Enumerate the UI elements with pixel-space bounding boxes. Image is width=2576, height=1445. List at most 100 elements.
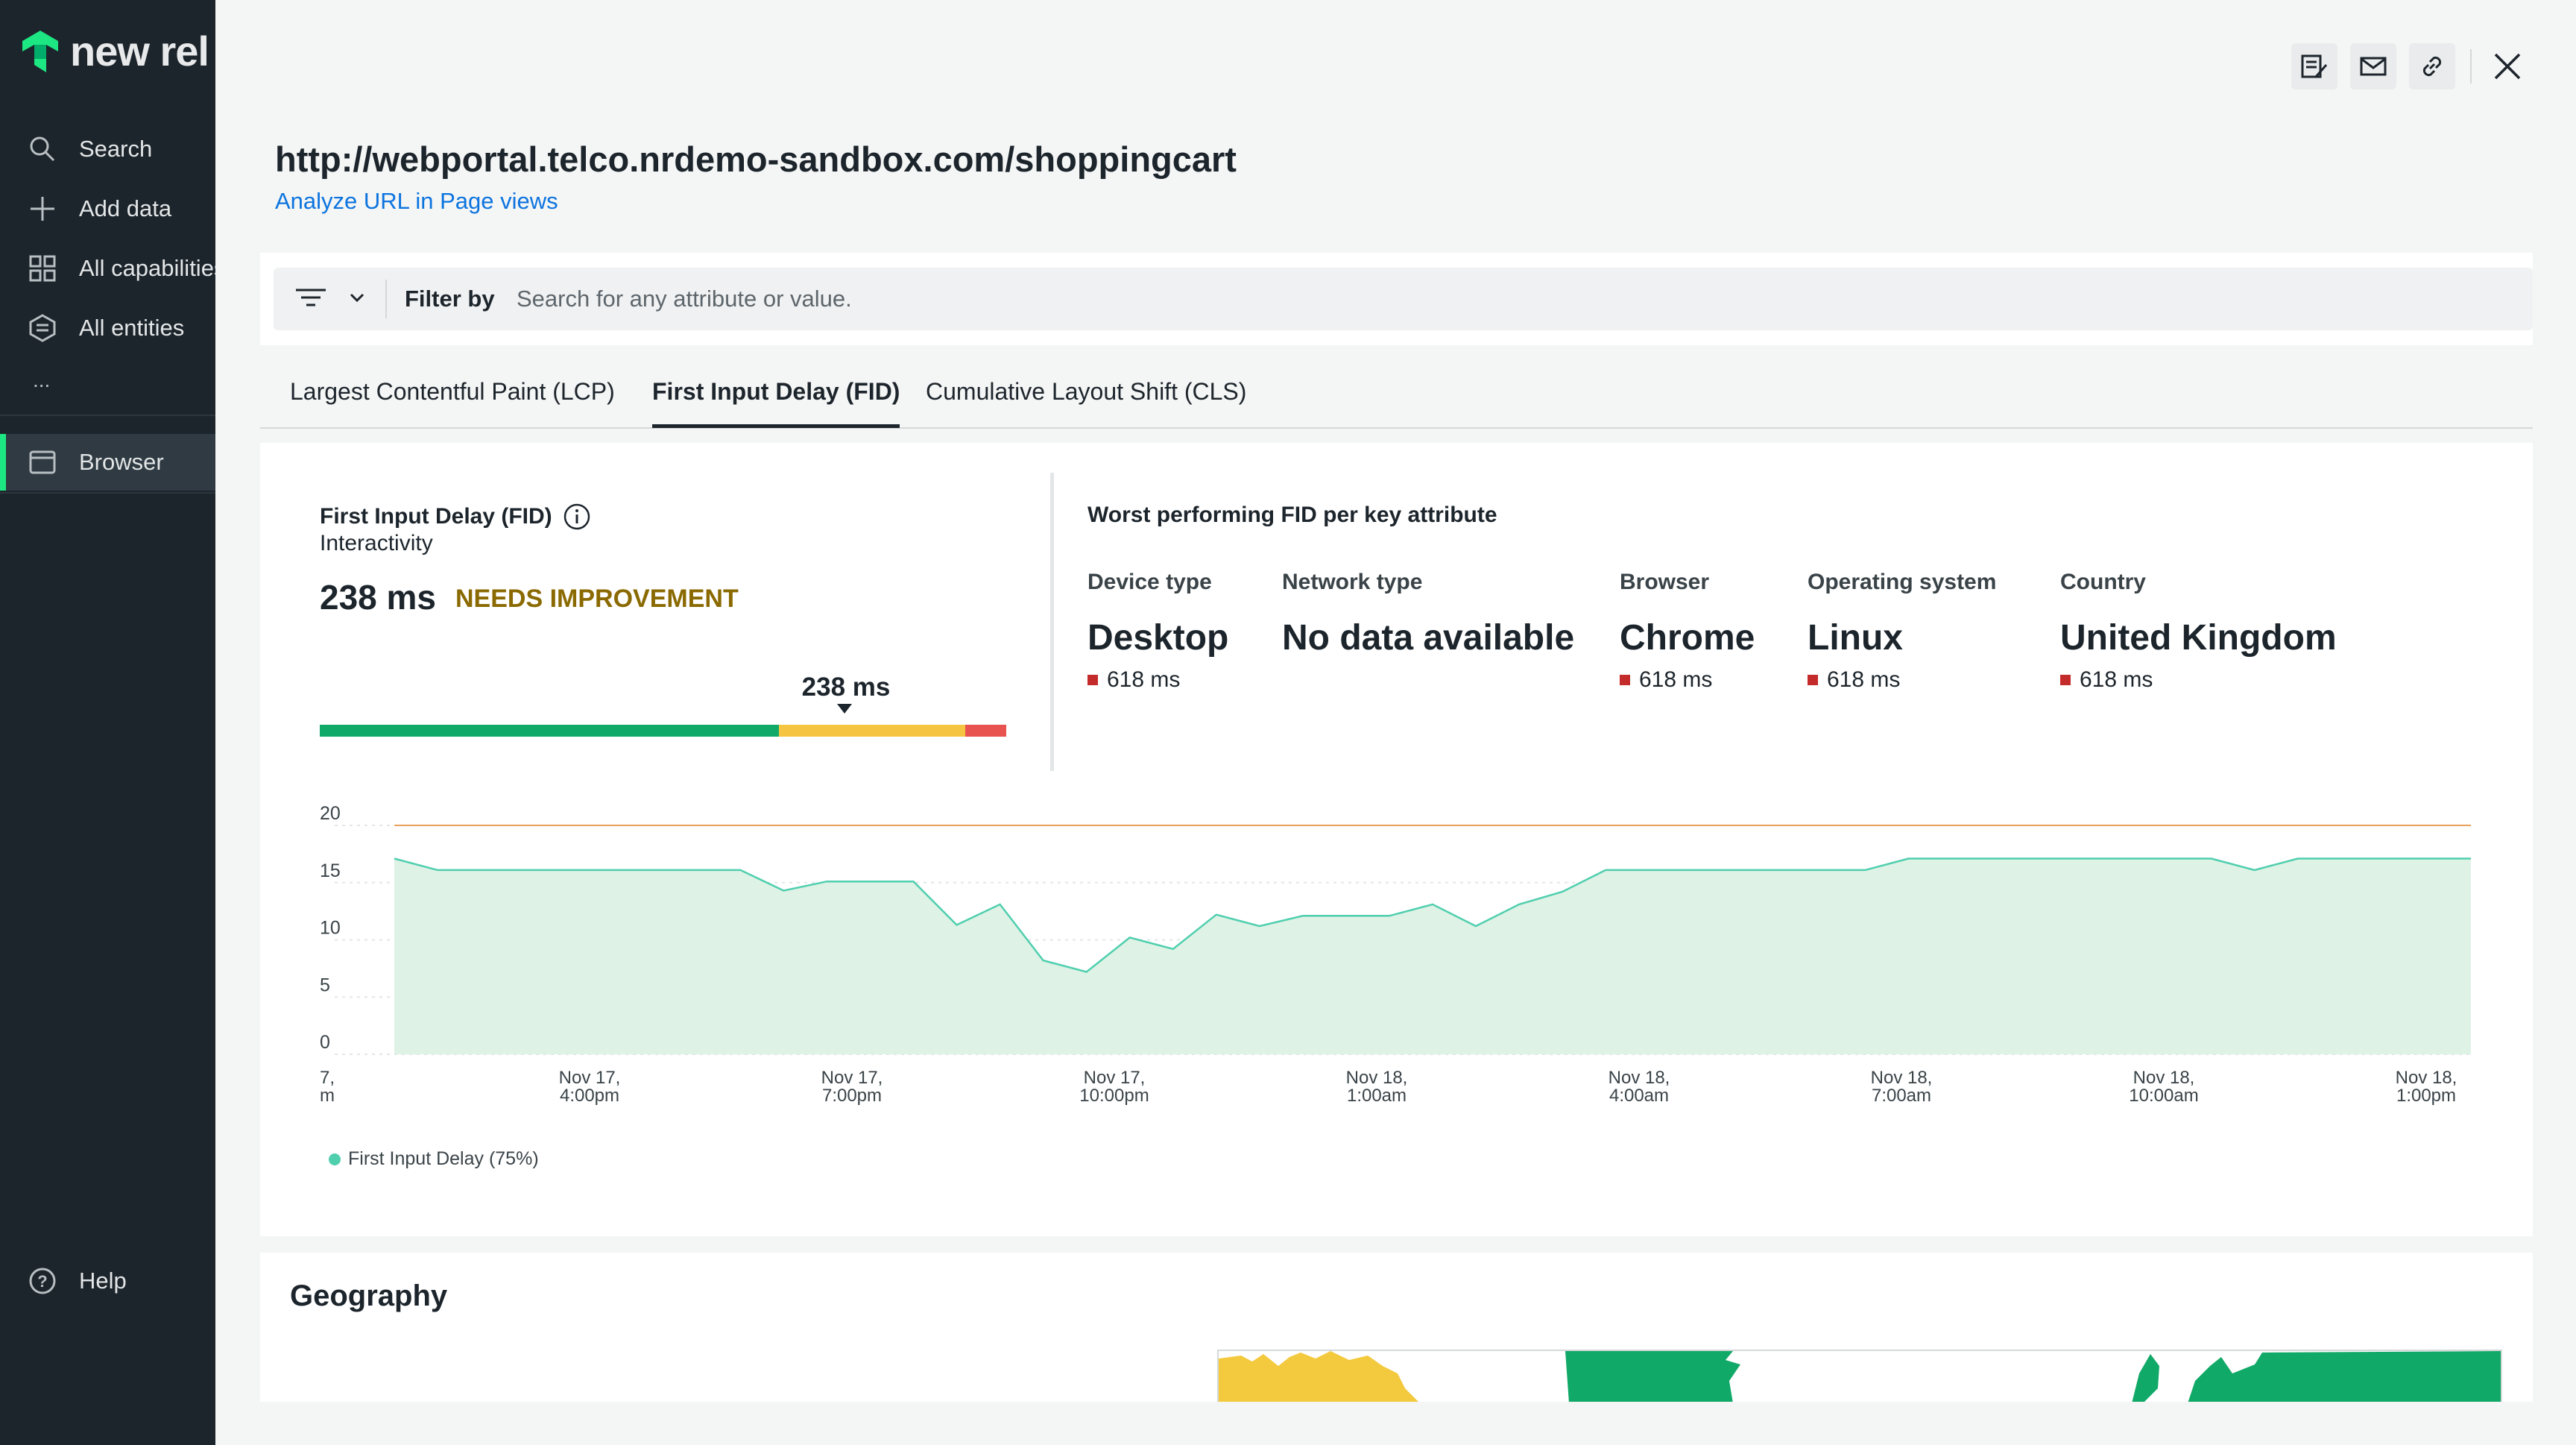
attr-value: No data available <box>1282 618 1575 658</box>
nav-help[interactable]: ? Help <box>0 1253 215 1309</box>
chevron-down-icon[interactable] <box>348 289 366 306</box>
email-button[interactable] <box>2350 43 2396 89</box>
x-tick-label: Nov 18, 10:00am <box>2129 1068 2198 1106</box>
chart-legend[interactable]: First Input Delay (75%) <box>329 1148 539 1170</box>
svg-text:?: ? <box>37 1272 47 1291</box>
x-tick-label: Nov 18, 1:00pm <box>2396 1068 2457 1106</box>
nav-search[interactable]: Search <box>0 121 215 177</box>
world-map-image <box>1219 1351 2501 1402</box>
gauge-marker-icon <box>837 704 852 714</box>
geography-card: Geography <box>260 1253 2533 1402</box>
filter-bar: Filter by <box>274 268 2533 330</box>
attr-ms-text: 618 ms <box>1639 667 1713 692</box>
attr-ms: 618 ms <box>1087 667 1228 693</box>
y-tick-label: 15 <box>320 860 341 881</box>
x-tick-label: Nov 18, 1:00am <box>1346 1068 1408 1106</box>
page-title: http://webportal.telco.nrdemo-sandbox.co… <box>275 139 1237 179</box>
attr-name: Browser <box>1620 570 1710 594</box>
tab-lcp[interactable]: Largest Contentful Paint (LCP) <box>290 378 615 424</box>
edit-notes-icon <box>2301 54 2328 78</box>
attr-value: Linux <box>1808 618 1903 658</box>
close-button[interactable] <box>2484 43 2531 89</box>
fid-card: First Input Delay (FID) Interactivity 23… <box>260 443 2533 1236</box>
gauge-needs-improvement-segment <box>779 725 965 737</box>
x-tick-label: Nov 17, 10:00pm <box>1079 1068 1149 1106</box>
section-divider <box>1050 473 1054 771</box>
worst-performing-title: Worst performing FID per key attribute <box>1087 503 1497 527</box>
fid-subtitle: Interactivity <box>320 531 433 555</box>
nav-search-label: Search <box>79 136 153 162</box>
y-tick-label: 0 <box>320 1032 330 1053</box>
attr-name: Network type <box>1282 570 1423 594</box>
nav-add-data[interactable]: Add data <box>0 180 215 237</box>
x-tick-label: Nov 17, 7:00pm <box>821 1068 883 1106</box>
gauge-good-segment <box>320 725 779 737</box>
tab-fid[interactable]: First Input Delay (FID) <box>652 378 900 428</box>
x-tick-label: Nov 17, 4:00pm <box>559 1068 621 1106</box>
y-tick-label: 10 <box>320 918 341 939</box>
filter-label: Filter by <box>405 286 495 312</box>
toolbar-divider <box>2470 49 2472 84</box>
attr-value: United Kingdom <box>2060 618 2337 658</box>
attr-ms-text: 618 ms <box>1107 667 1181 692</box>
nav-all-capabilities-label: All capabilities <box>79 255 215 281</box>
fid-title: First Input Delay (FID) <box>320 503 591 531</box>
attr-device-type: Device type Desktop 618 ms <box>1087 570 1228 693</box>
filter-divider <box>385 280 387 318</box>
browser-icon <box>29 450 56 474</box>
nav-browser[interactable]: Browser <box>0 434 215 491</box>
more-icon: ... <box>33 368 51 391</box>
geography-map[interactable] <box>1217 1350 2502 1402</box>
fid-title-text: First Input Delay (FID) <box>320 504 552 529</box>
x-tick-label: 7, m <box>320 1068 335 1106</box>
attr-value: Desktop <box>1087 618 1229 658</box>
attr-ms: 618 ms <box>1808 667 1996 693</box>
legend-dot-icon <box>329 1153 341 1165</box>
filter-search-input[interactable] <box>517 284 1560 314</box>
attr-name: Device type <box>1087 570 1212 594</box>
sidebar-divider <box>0 492 215 494</box>
help-icon: ? <box>29 1268 56 1294</box>
mail-icon <box>2360 57 2387 76</box>
tab-cls[interactable]: Cumulative Layout Shift (CLS) <box>926 378 1246 424</box>
new-relic-logo[interactable]: new rel <box>21 27 209 75</box>
info-icon[interactable] <box>563 503 591 531</box>
metric-tabs: Largest Contentful Paint (LCP) First Inp… <box>260 369 2533 429</box>
attr-ms-text: 618 ms <box>1827 667 1901 692</box>
gauge-poor-segment <box>965 725 1006 737</box>
poor-indicator-icon <box>1620 675 1630 685</box>
attr-operating-system: Operating system Linux 618 ms <box>1808 570 1996 693</box>
nav-add-data-label: Add data <box>79 195 172 221</box>
fid-area-chart: 0 5 10 15 20 7, m Nov 17, 4:00pm Nov 17, 7:00pm Nov… <box>320 803 2471 1106</box>
nav-all-entities-label: All entities <box>79 315 185 341</box>
plus-icon <box>31 197 54 221</box>
brand-text: new rel <box>70 28 209 75</box>
poor-indicator-icon <box>1808 675 1818 685</box>
poor-indicator-icon <box>2060 675 2071 685</box>
attr-network-type: Network type No data available <box>1282 570 1574 658</box>
y-tick-label: 20 <box>320 803 341 824</box>
series-area <box>394 858 2471 1054</box>
y-tick-label: 5 <box>320 975 330 995</box>
attr-ms: 618 ms <box>1620 667 1755 693</box>
attr-ms: 618 ms <box>2060 667 2337 693</box>
attr-browser: Browser Chrome 618 ms <box>1620 570 1755 693</box>
analyze-url-link[interactable]: Analyze URL in Page views <box>275 188 558 215</box>
attr-name: Country <box>2060 570 2146 594</box>
edit-notes-button[interactable] <box>2291 43 2337 89</box>
entities-icon <box>29 314 56 342</box>
legend-label: First Input Delay (75%) <box>348 1148 539 1169</box>
sidebar-divider <box>0 415 215 416</box>
gauge-marker-label: 238 ms <box>801 673 891 702</box>
nav-all-entities[interactable]: All entities <box>0 300 215 356</box>
fid-value: 238 ms <box>320 578 437 617</box>
geography-title: Geography <box>290 1279 448 1312</box>
attr-ms-text: 618 ms <box>2080 667 2153 692</box>
nav-more[interactable]: ... <box>0 358 215 403</box>
close-icon <box>2494 53 2521 80</box>
filter-icon[interactable] <box>294 284 327 314</box>
copy-link-button[interactable] <box>2409 43 2455 89</box>
nav-all-capabilities[interactable]: All capabilities <box>0 240 215 297</box>
nav-help-label: Help <box>79 1268 127 1294</box>
attr-name: Operating system <box>1808 570 1997 594</box>
